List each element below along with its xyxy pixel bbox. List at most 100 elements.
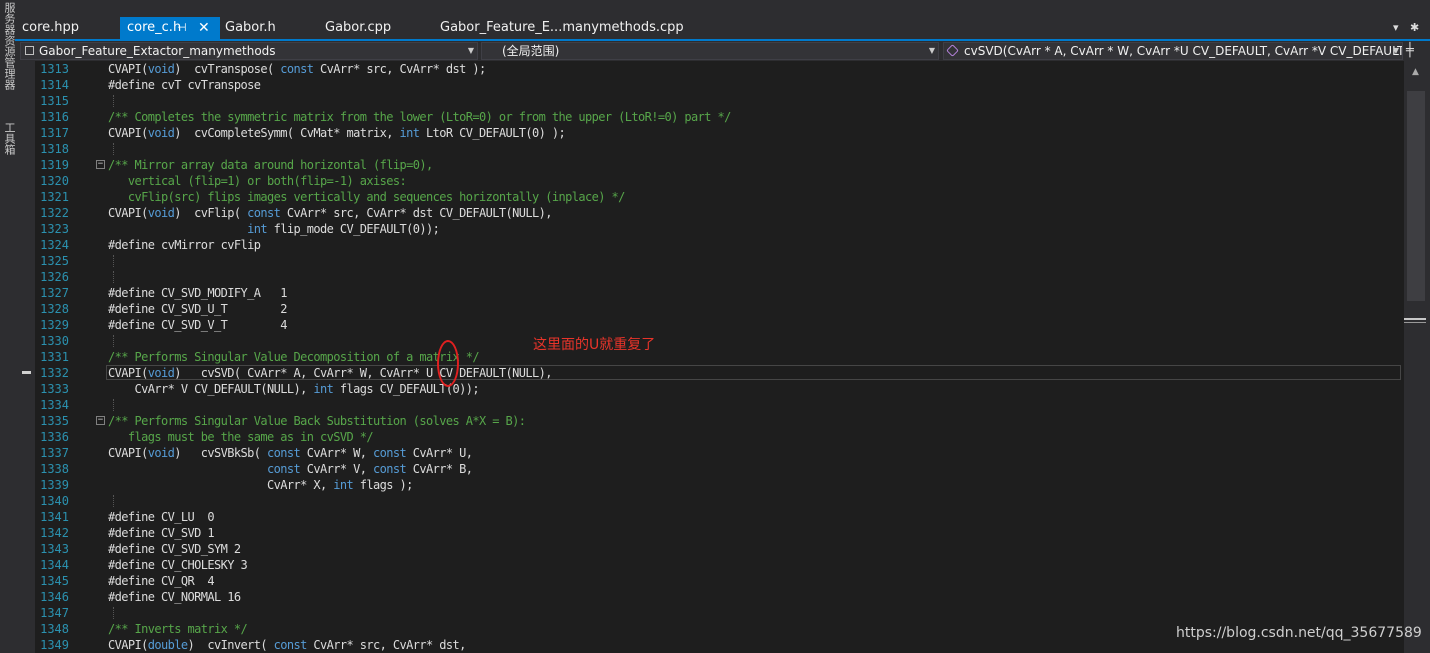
fold-toggle-icon[interactable]: − (96, 416, 105, 425)
code-line[interactable]: 1340 (15, 493, 1404, 509)
code-line[interactable]: 1315 (15, 93, 1404, 109)
indent-guide (113, 271, 114, 283)
code-line[interactable]: 1321 cvFlip(src) flips images vertically… (15, 189, 1404, 205)
code-line[interactable]: 1335 −/** Performs Singular Value Back Su… (15, 413, 1404, 429)
code-line[interactable]: 1322 CVAPI(void) cvFlip( const CvArr* src… (15, 205, 1404, 221)
code-token: CvArr* W, (300, 446, 373, 460)
tab-gabor-h[interactable]: Gabor.h (218, 17, 318, 39)
watermark-text: https://blog.csdn.net/qq_35677589 (1176, 625, 1422, 641)
code-line[interactable]: 1334 (15, 397, 1404, 413)
code-line[interactable]: 1314 #define cvT cvTranspose (15, 77, 1404, 93)
comment-token: flags must be the same as in cvSVD */ (108, 430, 374, 444)
keyword-token: const (373, 462, 407, 476)
code-line[interactable]: 1313 CVAPI(void) cvTranspose( const CvArr… (15, 61, 1404, 77)
code-line[interactable]: 1346 #define CV_NORMAL 16 (15, 589, 1404, 605)
chevron-down-icon: ▼ (467, 46, 474, 55)
code-token: CvArr* src, CvArr* dst CV_DEFAULT(NULL), (280, 206, 553, 220)
comment-token: cvFlip(src) flips images vertically and … (108, 190, 625, 204)
gear-icon[interactable]: ✱ (1410, 17, 1419, 39)
code-text: #define CV_QR 4 (108, 573, 215, 589)
chevron-down-icon: ▼ (1392, 46, 1399, 55)
code-line[interactable]: 1343 #define CV_SVD_SYM 2 (15, 541, 1404, 557)
line-number: 1323 (40, 222, 69, 236)
code-line[interactable]: 1338 const CvArr* V, const CvArr* B, (15, 461, 1404, 477)
tab-label: Gabor_Feature_E...manymethods.cpp (440, 20, 684, 35)
code-line[interactable]: 1328 #define CV_SVD_U_T 2 (15, 301, 1404, 317)
scroll-position-marker (1404, 322, 1426, 323)
tab-overflow-chevron-icon[interactable]: ▾ (1393, 17, 1399, 39)
navigation-bar: Gabor_Feature_Extactor_manymethods ▼ (全局… (15, 41, 1430, 61)
code-line[interactable]: 1324 #define cvMirror cvFlip (15, 237, 1404, 253)
tab-label: core_c.h (127, 20, 182, 35)
code-token: #define cvT cvTranspose (108, 78, 261, 92)
keyword-token: void (147, 62, 175, 76)
line-number: 1327 (40, 286, 69, 300)
code-token: ) cvInvert( (187, 638, 274, 652)
pin-icon[interactable]: ⊣ (177, 17, 187, 39)
code-text: /** Performs Singular Value Decompositio… (108, 349, 480, 365)
code-line[interactable]: 1325 (15, 253, 1404, 269)
keyword-token: const (273, 638, 308, 652)
code-line[interactable]: 1337 CVAPI(void) cvSVBkSb( const CvArr* W… (15, 445, 1404, 461)
indent-guide (113, 95, 114, 107)
code-token: CVAPI( (108, 446, 148, 460)
tab-gabor-cpp[interactable]: Gabor.cpp (318, 17, 428, 39)
tab-core-c-h[interactable]: core_c.h ⊣ ✕ (120, 17, 220, 39)
scrollbar-thumb[interactable] (1407, 91, 1425, 301)
code-line[interactable]: 1320 vertical (flip=1) or both(flip=-1) … (15, 173, 1404, 189)
code-token: #define CV_SVD 1 (108, 526, 215, 540)
code-line[interactable]: 1327 #define CV_SVD_MODIFY_A 1 (15, 285, 1404, 301)
scope-dropdown[interactable]: (全局范围) ▼ (481, 42, 939, 60)
fold-toggle-icon[interactable]: − (96, 160, 105, 169)
line-number: 1340 (40, 494, 69, 508)
code-line[interactable]: 1342 #define CV_SVD 1 (15, 525, 1404, 541)
code-token: ) cvSVBkSb( (174, 446, 267, 460)
vertical-scrollbar[interactable]: ▲ (1404, 61, 1430, 653)
close-icon[interactable]: ✕ (198, 17, 210, 39)
code-editor[interactable]: 1313 CVAPI(void) cvTranspose( const CvArr… (15, 61, 1404, 653)
code-line[interactable]: 1326 (15, 269, 1404, 285)
member-dropdown[interactable]: cvSVD(CvArr * A, CvArr * W, CvArr *U CV_… (943, 42, 1403, 60)
line-number: 1315 (40, 94, 69, 108)
code-line[interactable]: 1344 #define CV_CHOLESKY 3 (15, 557, 1404, 573)
code-line[interactable]: 1330 (15, 333, 1404, 349)
code-line[interactable]: 1339 CvArr* X, int flags ); (15, 477, 1404, 493)
keyword-token: const (373, 446, 407, 460)
tab-label: core.hpp (22, 20, 80, 35)
line-number: 1336 (40, 430, 69, 444)
code-token: CvArr* src, CvArr* dst, (306, 638, 466, 652)
code-text: /** Completes the symmetric matrix from … (108, 109, 731, 125)
code-line[interactable]: 1323 int flip_mode CV_DEFAULT(0)); (15, 221, 1404, 237)
keyword-token: const (280, 62, 314, 76)
split-editor-icon[interactable]: ╪ (1406, 43, 1414, 58)
line-number: 1334 (40, 398, 69, 412)
code-line[interactable]: 1318 (15, 141, 1404, 157)
code-line[interactable]: 1316 /** Completes the symmetric matrix f… (15, 109, 1404, 125)
code-line[interactable]: 1345 #define CV_QR 4 (15, 573, 1404, 589)
line-number: 1325 (40, 254, 69, 268)
code-line[interactable]: 1347 (15, 605, 1404, 621)
scroll-up-arrow-icon[interactable]: ▲ (1412, 67, 1419, 77)
code-line[interactable]: 1331 /** Performs Singular Value Decompos… (15, 349, 1404, 365)
code-text: CVAPI(double) cvInvert( const CvArr* src… (108, 637, 466, 653)
scope-dropdown-label: (全局范围) (502, 44, 560, 58)
scroll-position-marker (1404, 318, 1426, 320)
code-line[interactable]: 1329 #define CV_SVD_V_T 4 (15, 317, 1404, 333)
code-text: CVAPI(void) cvTranspose( const CvArr* sr… (108, 61, 486, 77)
tab-gabor-feature-cpp[interactable]: Gabor_Feature_E...manymethods.cpp (433, 17, 693, 39)
code-text: CVAPI(void) cvFlip( const CvArr* src, Cv… (108, 205, 552, 221)
code-text: CvArr* X, int flags ); (108, 477, 413, 493)
tab-core-hpp[interactable]: core.hpp (15, 17, 115, 39)
code-line[interactable]: 1319 −/** Mirror array data around horizo… (15, 157, 1404, 173)
code-text: #define cvT cvTranspose (108, 77, 261, 93)
code-token: flip_mode CV_DEFAULT(0)); (267, 222, 440, 236)
indent-guide (113, 495, 114, 507)
code-line[interactable]: 1336 flags must be the same as in cvSVD … (15, 429, 1404, 445)
code-line[interactable]: 1317 CVAPI(void) cvCompleteSymm( CvMat* m… (15, 125, 1404, 141)
code-text: #define CV_NORMAL 16 (108, 589, 241, 605)
code-line[interactable]: 1341 #define CV_LU 0 (15, 509, 1404, 525)
project-dropdown[interactable]: Gabor_Feature_Extactor_manymethods ▼ (20, 42, 478, 60)
code-line[interactable]: 1333 CvArr* V CV_DEFAULT(NULL), int flag… (15, 381, 1404, 397)
comment-token: /** Mirror array data around horizontal … (108, 158, 433, 172)
